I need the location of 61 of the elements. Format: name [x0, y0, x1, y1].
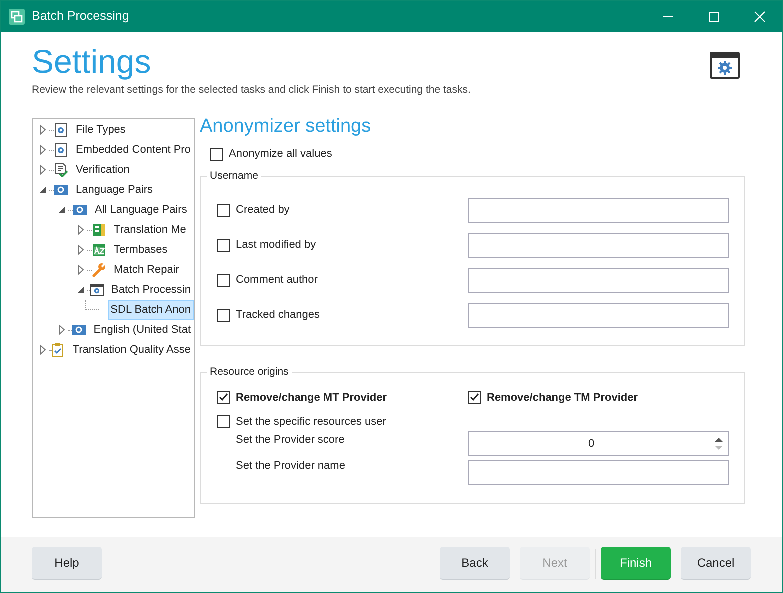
checkbox[interactable] — [210, 148, 223, 160]
text-field[interactable] — [468, 268, 729, 293]
tree-item[interactable]: Embedded Content Pro — [73, 140, 194, 160]
tree-item[interactable]: Batch Processin — [108, 280, 194, 300]
checkbox[interactable] — [217, 415, 230, 428]
text-field[interactable] — [468, 302, 729, 328]
tree-item[interactable]: English (United Stat — [90, 320, 194, 340]
checkbox-label: Remove/change TM Provider — [487, 390, 638, 406]
globe-icon — [73, 203, 87, 217]
page-title: Settings — [32, 42, 152, 82]
number-field[interactable]: 0 — [468, 431, 729, 456]
window-title: Batch Processing — [32, 8, 130, 26]
tree-item[interactable]: Translation Quality Asse — [70, 340, 194, 360]
checkbox-label: Remove/change MT Provider — [236, 390, 387, 406]
tree-item[interactable]: All Language Pairs — [92, 200, 190, 220]
settings-icon — [54, 123, 68, 137]
section-title: Anonymizer settings — [200, 116, 372, 138]
settings-icon — [54, 143, 68, 157]
settings-window-icon — [710, 52, 740, 79]
page-subtitle: Review the relevant settings for the selected tasks and click Finish to start executing the tasks. — [32, 83, 471, 98]
checkbox[interactable] — [217, 274, 230, 287]
field-label: Set the Provider name — [236, 458, 346, 474]
tree-item[interactable]: SDL Batch Anon — [108, 300, 194, 320]
checkbox-label: Tracked changes — [236, 308, 320, 323]
footer-button[interactable]: Help — [32, 547, 102, 580]
glossary-icon — [92, 243, 106, 257]
maximize-icon[interactable] — [708, 10, 720, 22]
group-title: Username — [209, 169, 260, 184]
tree-item[interactable]: File Types — [73, 120, 129, 140]
checkbox[interactable] — [217, 238, 230, 252]
checkbox-label: Comment author — [236, 273, 318, 288]
tree-item[interactable]: Match Repair — [111, 260, 182, 280]
wrench-icon — [92, 263, 106, 277]
database-icon — [92, 223, 106, 237]
globe-icon — [72, 323, 86, 337]
group-title: Resource origins — [209, 365, 290, 380]
checkbox-label: Last modified by — [236, 238, 316, 253]
text-field[interactable] — [468, 232, 729, 258]
field-label: Set the Provider score — [236, 432, 346, 448]
tree-item[interactable]: Termbases — [111, 240, 171, 260]
text-field[interactable] — [468, 460, 729, 485]
spinner-arrows-icon[interactable] — [714, 436, 724, 452]
checkbox[interactable] — [217, 204, 230, 217]
tree-item[interactable]: Language Pairs — [73, 180, 156, 200]
footer-button[interactable]: Cancel — [681, 547, 751, 580]
tree-item[interactable]: Translation Me — [111, 220, 190, 240]
settings-window-icon — [90, 283, 104, 297]
clipboard-icon — [50, 343, 65, 357]
close-icon[interactable] — [754, 10, 766, 22]
checkbox-label: Anonymize all values — [229, 146, 332, 162]
footer-button[interactable]: Back — [440, 547, 510, 580]
checkbox[interactable] — [468, 391, 481, 404]
app-icon — [9, 8, 25, 24]
checkbox-label: Created by — [236, 203, 290, 218]
checkbox-label: Set the specific resources user — [236, 414, 386, 430]
text-field[interactable] — [468, 198, 729, 223]
checklist-icon — [54, 163, 68, 177]
tree-item[interactable]: Verification — [73, 160, 133, 180]
checkbox[interactable] — [217, 308, 230, 322]
checkbox[interactable] — [217, 391, 230, 404]
globe-icon — [54, 183, 68, 197]
